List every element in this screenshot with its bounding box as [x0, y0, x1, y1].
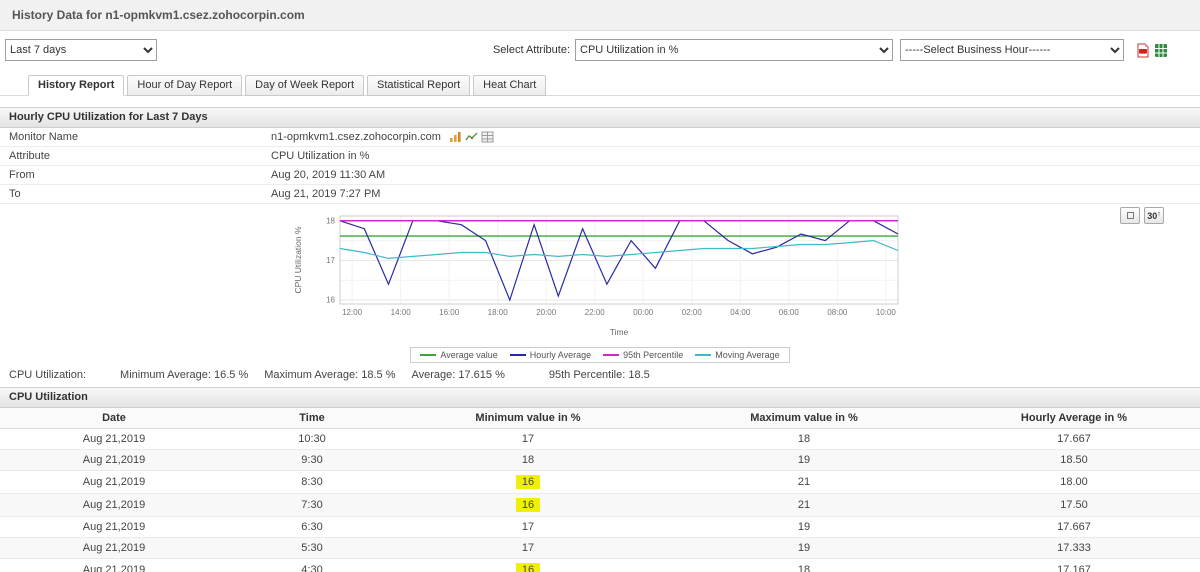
legend-item: Hourly Average	[509, 350, 592, 360]
legend-label: 95th Percentile	[623, 350, 684, 360]
col-time: Time	[228, 408, 396, 429]
legend-swatch	[420, 354, 437, 356]
chart-last-30-label: 30	[1147, 210, 1158, 221]
svg-text:16:00: 16:00	[439, 308, 460, 317]
table-row: Aug 21,2019 4:30 16 18 17.167	[0, 558, 1200, 572]
svg-text:08:00: 08:00	[827, 308, 848, 317]
square-icon	[1126, 212, 1134, 219]
attribute-row-label: Attribute	[9, 150, 50, 162]
svg-text:14:00: 14:00	[391, 308, 412, 317]
from-label: From	[9, 169, 35, 181]
attribute-row-value: CPU Utilization in %	[271, 150, 370, 162]
legend-label: Average value	[440, 350, 498, 360]
from-value: Aug 20, 2019 11:30 AM	[271, 169, 386, 181]
tab-statistical-report[interactable]: Statistical Report	[367, 75, 471, 96]
from-row: From Aug 20, 2019 11:30 AM	[0, 166, 1200, 185]
attribute-label: Select Attribute:	[492, 44, 570, 56]
monitor-name-label: Monitor Name	[9, 131, 79, 143]
summary-95th-percentile: 95th Percentile: 18.5	[548, 369, 650, 381]
history-chart-svg: 12:00 14:00 16:00 18:00 20:00 22:00 00:00 02:00…	[293, 215, 899, 337]
table-section-header: CPU Utilization	[0, 387, 1200, 408]
table-row: Aug 21,2019 10:30 17 18 17.667	[0, 428, 1200, 450]
highlighted-value: 16	[515, 475, 541, 489]
svg-text:18: 18	[326, 216, 335, 225]
table-row: Aug 21,2019 7:30 16 21 17.50	[0, 493, 1200, 517]
legend-swatch	[603, 354, 620, 356]
summary-max-average: Maximum Average: 18.5 %	[264, 369, 396, 381]
monitor-name-row: Monitor Name n1-opmkvm1.csez.zohocorpin.…	[0, 128, 1200, 147]
to-label: To	[9, 188, 21, 200]
legend-label: Moving Average	[715, 350, 780, 360]
cpu-table: Date Time Minimum value in % Maximum val…	[0, 408, 1200, 572]
legend-label: Hourly Average	[529, 350, 592, 360]
legend-item: Average value	[420, 350, 498, 360]
svg-text:04:00: 04:00	[730, 308, 751, 317]
monitor-name-value: n1-opmkvm1.csez.zohocorpin.com	[271, 131, 441, 143]
legend-swatch	[695, 354, 712, 356]
attribute-select[interactable]: CPU Utilization in %	[575, 39, 893, 61]
chart-legend: Average value Hourly Average 95th Percenti…	[410, 347, 790, 363]
controls-row: Last 7 days Select Attribute: CPU Utiliz…	[0, 31, 1200, 68]
highlighted-value: 16	[515, 498, 541, 512]
highlighted-value: 16	[515, 563, 541, 572]
to-row: To Aug 21, 2019 7:27 PM	[0, 185, 1200, 204]
legend-item: 95th Percentile	[603, 350, 683, 360]
arrow-up-icon	[1157, 211, 1161, 221]
svg-text:02:00: 02:00	[682, 308, 703, 317]
svg-text:Time: Time	[610, 327, 629, 337]
business-hour-select[interactable]: -----Select Business Hour------	[900, 39, 1124, 61]
summary-lead-label: CPU Utilization:	[9, 369, 87, 381]
svg-text:12:00: 12:00	[342, 308, 363, 317]
table-row: Aug 21,2019 8:30 16 21 18.00	[0, 470, 1200, 494]
chart-area: 30 12:00 14:00 16:00 18:00 20:00 22:00 00:00 02…	[0, 204, 1200, 364]
svg-text:16: 16	[326, 296, 335, 305]
svg-text:06:00: 06:00	[779, 308, 800, 317]
table-row: Aug 21,2019 9:30 18 19 18.50	[0, 449, 1200, 471]
col-max-value: Maximum value in %	[660, 408, 948, 429]
grid-icon[interactable]	[481, 131, 494, 143]
page-title: History Data for n1-opmkvm1.csez.zohocor…	[0, 0, 1200, 31]
svg-text:17: 17	[326, 256, 335, 265]
legend-item: Moving Average	[695, 350, 780, 360]
summary-row: CPU Utilization: Minimum Average: 16.5 %…	[0, 364, 1200, 387]
to-value: Aug 21, 2019 7:27 PM	[271, 188, 381, 200]
summary-min-average: Minimum Average: 16.5 %	[120, 369, 249, 381]
svg-text:18:00: 18:00	[488, 308, 509, 317]
legend-swatch	[509, 354, 526, 356]
col-hourly-average: Hourly Average in %	[948, 408, 1200, 429]
report-section-header: Hourly CPU Utilization for Last 7 Days	[0, 107, 1200, 128]
table-row: Aug 21,2019 6:30 17 19 17.667	[0, 516, 1200, 538]
svg-text:20:00: 20:00	[536, 308, 557, 317]
period-select[interactable]: Last 7 days	[5, 39, 157, 61]
excel-export-icon[interactable]	[1154, 43, 1168, 58]
svg-text:00:00: 00:00	[633, 308, 654, 317]
tab-history-report[interactable]: History Report	[28, 75, 125, 96]
col-min-value: Minimum value in %	[396, 408, 660, 429]
svg-text:CPU Utilization %: CPU Utilization %	[293, 226, 303, 294]
line-graph-icon[interactable]	[465, 131, 478, 143]
table-header-row: Date Time Minimum value in % Maximum val…	[0, 408, 1200, 429]
tab-day-of-week-report[interactable]: Day of Week Report	[245, 75, 365, 96]
summary-average: Average: 17.615 %	[411, 369, 505, 381]
svg-text:10:00: 10:00	[876, 308, 897, 317]
tab-heat-chart[interactable]: Heat Chart	[473, 75, 547, 96]
report-tabs: History Report Hour of Day Report Day of…	[0, 75, 1200, 96]
chart-resize-button[interactable]	[1120, 207, 1140, 224]
tab-hour-of-day-report[interactable]: Hour of Day Report	[127, 75, 243, 96]
cpu-table-body: Aug 21,2019 10:30 17 18 17.667 Aug 21,2019 9:3…	[0, 428, 1200, 572]
chart-last-30-button[interactable]: 30	[1144, 207, 1164, 224]
monitor-actions	[449, 131, 494, 143]
col-date: Date	[0, 408, 228, 429]
svg-text:22:00: 22:00	[585, 308, 606, 317]
attribute-row: Attribute CPU Utilization in %	[0, 147, 1200, 166]
table-row: Aug 21,2019 5:30 17 19 17.333	[0, 537, 1200, 559]
pdf-export-icon[interactable]	[1136, 43, 1150, 58]
bar-chart-icon[interactable]	[449, 131, 462, 143]
